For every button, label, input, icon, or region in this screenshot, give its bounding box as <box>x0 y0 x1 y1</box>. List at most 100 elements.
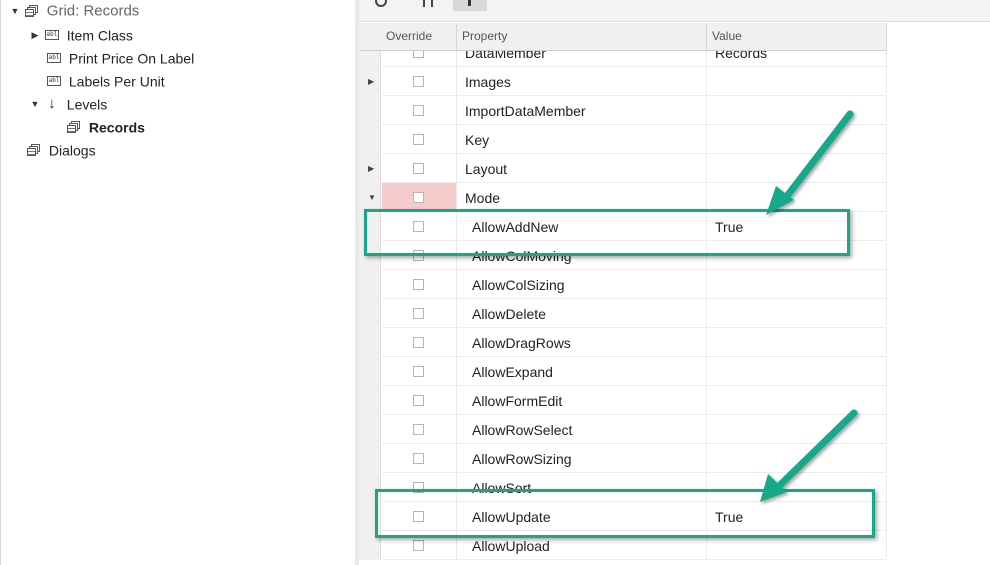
tree-item-dialogs[interactable]: Dialogs <box>27 138 96 160</box>
grid-line <box>886 67 887 96</box>
table-row[interactable]: ▶ Layout <box>359 154 887 183</box>
property-name: ImportDataMember <box>465 103 586 119</box>
grid-line <box>886 473 887 502</box>
grid-line <box>886 51 887 67</box>
property-name: Key <box>465 132 490 148</box>
grid-line <box>706 270 707 299</box>
refresh-icon[interactable] <box>375 0 387 7</box>
grid-line <box>706 299 707 328</box>
property-name: AllowFormEdit <box>472 393 563 409</box>
grid-line <box>886 270 887 299</box>
override-checkbox[interactable] <box>413 105 424 116</box>
override-checkbox[interactable] <box>413 453 424 464</box>
override-checkbox[interactable] <box>413 51 424 58</box>
table-row[interactable]: AllowColSizing <box>359 270 887 299</box>
collapse-arrow-icon[interactable]: ▼ <box>29 93 41 115</box>
tree-item-label: Item Class <box>66 27 133 44</box>
table-row[interactable]: AllowRowSizing <box>359 444 887 473</box>
table-row[interactable]: AllowRowSelect <box>359 415 887 444</box>
collapse-arrow-icon[interactable]: ▼ <box>368 194 376 202</box>
grid-line <box>706 386 707 415</box>
expand-arrow-icon[interactable]: ▶ <box>368 165 374 173</box>
override-checkbox[interactable] <box>413 163 424 174</box>
row-indicator <box>359 415 381 444</box>
row-indicator: ▼ <box>359 183 381 212</box>
table-row[interactable]: ▶ Images <box>359 67 887 96</box>
row-indicator <box>359 125 381 154</box>
tree-item-print-price-on-label[interactable]: abl Print Price On Label <box>47 46 194 68</box>
property-name: Mode <box>465 190 501 206</box>
override-checkbox[interactable] <box>413 366 424 377</box>
field-icon: abl <box>47 76 61 87</box>
override-checkbox[interactable] <box>413 308 424 319</box>
tree-item-label: Print Price On Label <box>68 50 195 67</box>
property-name: DataMember <box>465 51 546 61</box>
override-checkbox[interactable] <box>413 134 424 145</box>
override-checkbox[interactable] <box>413 76 424 87</box>
grid-icon <box>24 4 39 18</box>
expand-arrow-icon[interactable]: ▶ <box>368 78 374 86</box>
tree-item-records[interactable]: Records <box>67 115 145 137</box>
table-row[interactable]: DataMember Records <box>359 51 887 67</box>
pin-icon[interactable] <box>453 0 487 11</box>
columns-icon[interactable] <box>421 0 437 11</box>
row-indicator <box>359 299 381 328</box>
table-row[interactable]: ImportDataMember <box>359 96 887 125</box>
grid-rows: DataMember Records ▶ Images ImportDataMember… <box>359 51 887 565</box>
tree-panel: ▼ Grid: Records ▶ abl Item Class abl Pri… <box>0 0 355 565</box>
field-icon: abl <box>44 30 59 41</box>
table-row[interactable]: ▼ Mode <box>359 183 887 212</box>
tree-item-label: Grid: Records <box>46 2 140 20</box>
expand-arrow-icon[interactable]: ▶ <box>29 24 41 46</box>
properties-area: Override Property Value DataMember Record… <box>359 0 990 565</box>
grid-line <box>886 531 887 560</box>
override-cell <box>382 386 457 415</box>
row-indicator <box>359 328 381 357</box>
row-indicator <box>359 96 381 125</box>
tree-item-item-class[interactable]: ▶ abl Item Class <box>29 23 133 45</box>
row-indicator <box>359 444 381 473</box>
override-checkbox[interactable] <box>413 337 424 348</box>
property-value[interactable]: Records <box>715 51 767 67</box>
grid-line <box>886 444 887 473</box>
toolbar <box>359 0 990 22</box>
property-name: AllowDelete <box>472 306 546 322</box>
override-cell <box>382 96 457 125</box>
override-checkbox[interactable] <box>413 395 424 406</box>
column-header-property[interactable]: Property <box>457 23 707 50</box>
grid-line <box>706 444 707 473</box>
property-name: AllowDragRows <box>472 335 571 351</box>
override-cell <box>382 357 457 386</box>
row-indicator <box>359 386 381 415</box>
grid-line <box>706 328 707 357</box>
override-checkbox[interactable] <box>413 540 424 551</box>
grid-line <box>706 154 707 183</box>
property-name: Images <box>465 74 511 90</box>
table-row[interactable]: AllowFormEdit <box>359 386 887 415</box>
grid-line <box>886 357 887 386</box>
tree-item-grid-records[interactable]: ▼ Grid: Records <box>9 0 140 22</box>
tree-item-levels[interactable]: ▼ ↓ Levels <box>29 92 108 115</box>
override-checkbox[interactable] <box>413 192 424 203</box>
override-cell <box>382 444 457 473</box>
grid-line <box>382 559 887 560</box>
tree-item-labels-per-unit[interactable]: abl Labels Per Unit <box>47 69 165 91</box>
table-row[interactable]: Key <box>359 125 887 154</box>
table-row[interactable]: AllowDragRows <box>359 328 887 357</box>
override-cell <box>382 183 457 212</box>
override-checkbox[interactable] <box>413 279 424 290</box>
grid-icon <box>67 120 81 134</box>
override-cell <box>382 328 457 357</box>
grid-line <box>886 386 887 415</box>
row-indicator <box>359 357 381 386</box>
table-row[interactable]: AllowDelete <box>359 299 887 328</box>
override-checkbox[interactable] <box>413 424 424 435</box>
column-header-value[interactable]: Value <box>707 23 887 50</box>
grid-header: Override Property Value <box>359 23 887 51</box>
column-header-override[interactable]: Override <box>381 23 457 50</box>
field-icon: abl <box>47 53 61 64</box>
table-row[interactable]: AllowExpand <box>359 357 887 386</box>
override-cell <box>382 154 457 183</box>
collapse-arrow-icon[interactable]: ▼ <box>9 0 21 22</box>
grid-line <box>886 183 887 212</box>
